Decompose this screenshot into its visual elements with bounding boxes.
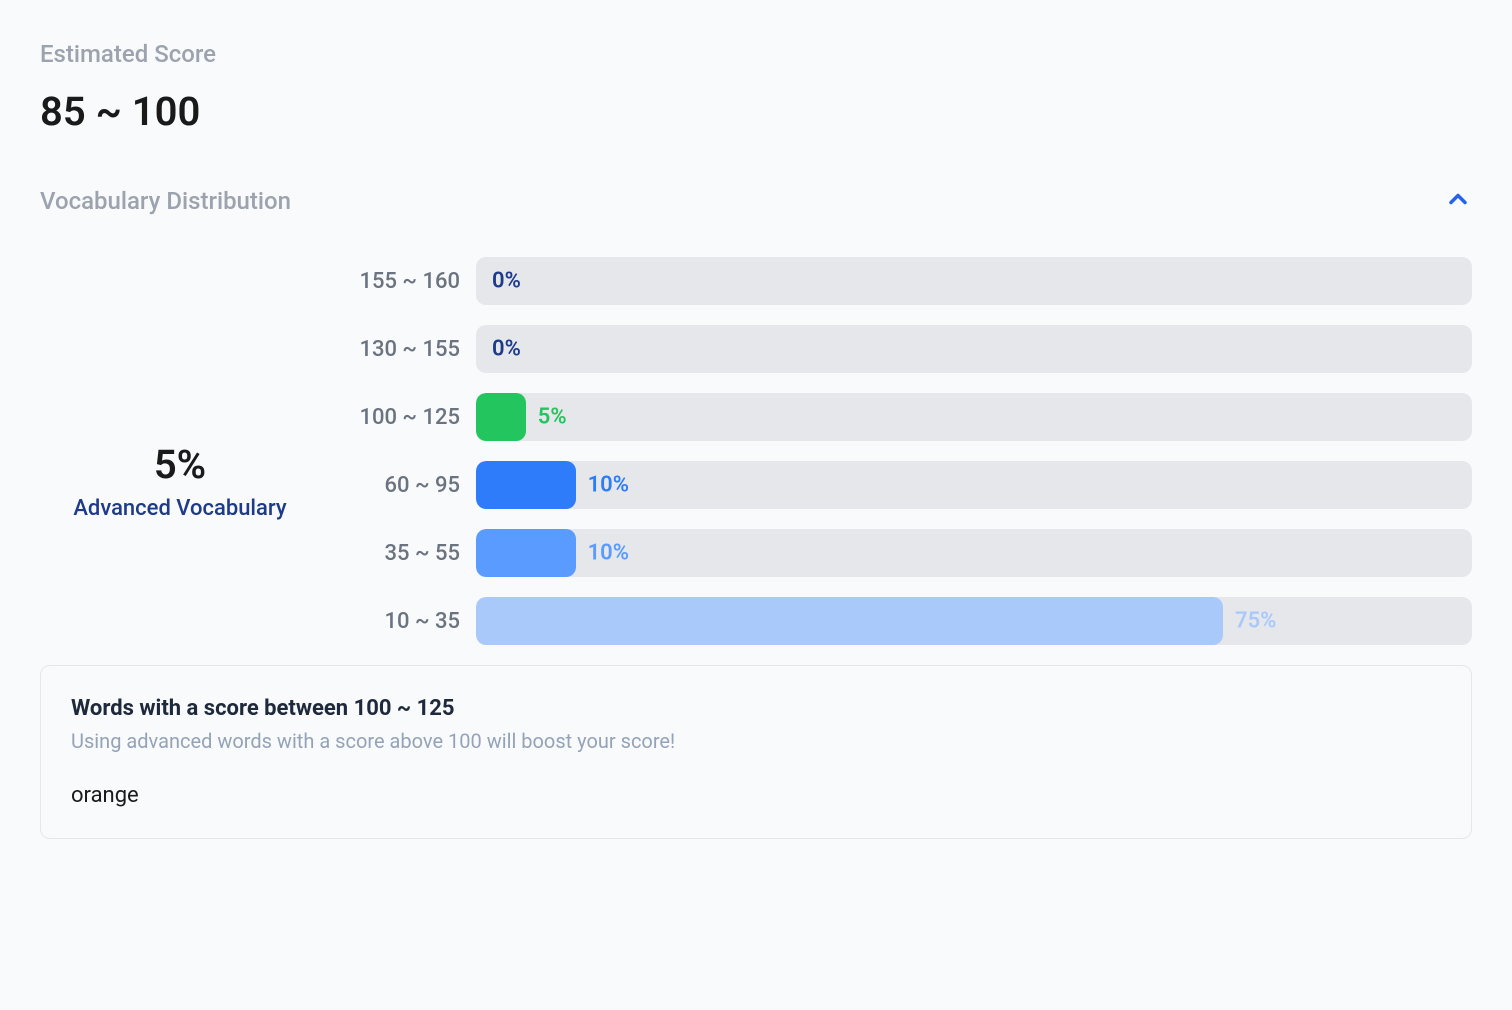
distribution-container: 5% Advanced Vocabulary 155 ~ 1600%130 ~ …: [40, 257, 1472, 645]
bar-value-label: 0%: [476, 269, 521, 294]
bar-value-label: 5%: [538, 405, 567, 430]
bar-track[interactable]: 5%: [476, 393, 1472, 441]
detail-title: Words with a score between 100 ~ 125: [71, 696, 1441, 721]
bar-row: 35 ~ 55 10%: [340, 529, 1472, 577]
bar-track[interactable]: 0%: [476, 257, 1472, 305]
bar-range-label: 155 ~ 160: [340, 269, 460, 294]
bar-value-label: 10%: [588, 541, 629, 566]
bar-track[interactable]: 75%: [476, 597, 1472, 645]
bar-track[interactable]: 10%: [476, 461, 1472, 509]
bar-value-label: 75%: [1235, 609, 1276, 634]
bar-track[interactable]: 0%: [476, 325, 1472, 373]
bar-value-label: 10%: [588, 473, 629, 498]
bar-fill: [476, 393, 526, 441]
bar-row: 10 ~ 35 75%: [340, 597, 1472, 645]
bar-row: 60 ~ 95 10%: [340, 461, 1472, 509]
bar-range-label: 130 ~ 155: [340, 337, 460, 362]
bar-value-label: 0%: [476, 337, 521, 362]
bar-row: 100 ~ 125 5%: [340, 393, 1472, 441]
bar-fill: [476, 461, 576, 509]
bar-range-label: 10 ~ 35: [340, 609, 460, 634]
advanced-vocab-summary: 5% Advanced Vocabulary: [40, 257, 320, 645]
detail-box: Words with a score between 100 ~ 125 Usi…: [40, 665, 1472, 839]
advanced-vocab-percent: 5%: [154, 441, 206, 488]
detail-subtitle: Using advanced words with a score above …: [71, 729, 1441, 753]
bar-track[interactable]: 10%: [476, 529, 1472, 577]
chevron-up-icon[interactable]: [1444, 185, 1472, 217]
bar-fill: [476, 529, 576, 577]
advanced-vocab-label: Advanced Vocabulary: [73, 496, 286, 521]
estimated-score-value: 85 ~ 100: [40, 88, 1472, 135]
estimated-score-section: Estimated Score 85 ~ 100: [40, 40, 1472, 135]
bar-row: 155 ~ 160 0%: [340, 257, 1472, 305]
bar-range-label: 100 ~ 125: [340, 405, 460, 430]
bar-range-label: 60 ~ 95: [340, 473, 460, 498]
detail-word: orange: [71, 783, 1441, 808]
bar-fill: [476, 597, 1223, 645]
bar-range-label: 35 ~ 55: [340, 541, 460, 566]
vocab-distribution-title: Vocabulary Distribution: [40, 187, 291, 215]
bar-row: 130 ~ 155 0%: [340, 325, 1472, 373]
vocab-distribution-header: Vocabulary Distribution: [40, 185, 1472, 217]
bars-container: 155 ~ 160 0% 130 ~ 155 0% 100 ~ 125 5% 60 ~ 95…: [340, 257, 1472, 645]
estimated-score-label: Estimated Score: [40, 40, 1472, 68]
